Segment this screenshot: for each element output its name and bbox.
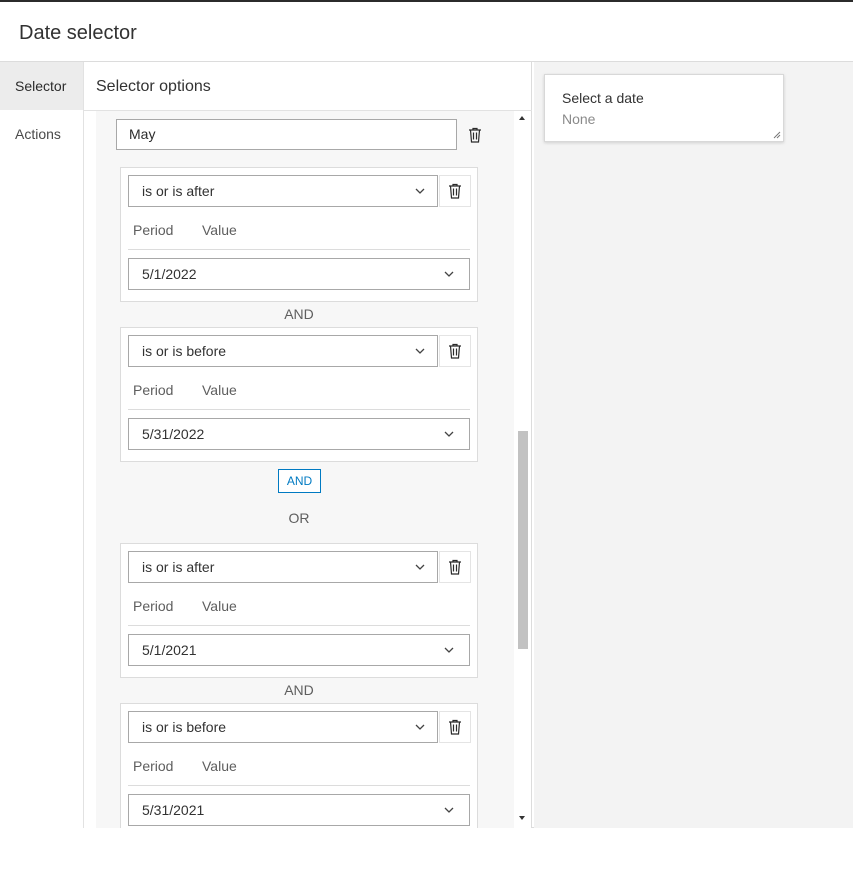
operator-select[interactable]: is or is after — [128, 175, 438, 207]
widget-label: Select a date — [562, 90, 644, 106]
option-name-input[interactable]: May — [116, 119, 457, 150]
trash-icon — [448, 559, 462, 575]
options-header: Selector options — [84, 62, 532, 111]
tab-divider — [128, 409, 470, 410]
date-value-select[interactable]: 5/1/2021 — [128, 634, 470, 666]
clause-card: is or is after Period Value 5/1 — [120, 543, 478, 678]
tab-divider — [128, 249, 470, 250]
date-value: 5/1/2022 — [142, 266, 197, 282]
delete-clause-button[interactable] — [439, 335, 471, 367]
join-and-label: AND — [284, 306, 314, 322]
preview-panel: Select a date None — [534, 62, 853, 828]
dialog-body: Selector Actions Selector options May is… — [0, 62, 853, 828]
options-scrollbar[interactable] — [514, 111, 530, 828]
tab-period[interactable]: Period — [133, 382, 173, 398]
dialog-header: Date selector — [0, 4, 853, 62]
operator-select[interactable]: is or is after — [128, 551, 438, 583]
date-value: 5/31/2021 — [142, 802, 205, 818]
caret-down-icon[interactable] — [517, 814, 527, 822]
clause-card: is or is before Period Value 5/ — [120, 703, 478, 828]
caret-up-icon[interactable] — [517, 114, 527, 122]
scrollbar-thumb[interactable] — [518, 431, 528, 649]
chevron-down-icon — [444, 795, 454, 825]
chevron-down-icon — [415, 712, 425, 742]
operator-value: is or is before — [142, 343, 227, 359]
date-selector-dialog: Date selector Selector Actions Selector … — [0, 0, 853, 890]
resize-grip-icon[interactable] — [773, 131, 781, 139]
join-and-label: AND — [284, 682, 314, 698]
trash-icon — [448, 183, 462, 199]
trash-icon — [448, 343, 462, 359]
operator-value: is or is after — [142, 559, 215, 575]
date-selector-widget[interactable]: Select a date None — [544, 74, 784, 142]
delete-clause-button[interactable] — [439, 175, 471, 207]
nav-item-actions[interactable]: Actions — [0, 110, 83, 158]
tab-value[interactable]: Value — [202, 382, 237, 398]
tab-period[interactable]: Period — [133, 222, 173, 238]
nav-item-selector[interactable]: Selector — [0, 62, 83, 110]
operator-value: is or is before — [142, 719, 227, 735]
tab-value[interactable]: Value — [202, 758, 237, 774]
chevron-down-icon — [415, 176, 425, 206]
operator-value: is or is after — [142, 183, 215, 199]
widget-value: None — [562, 111, 596, 127]
chevron-down-icon — [444, 635, 454, 665]
date-value-select[interactable]: 5/31/2021 — [128, 794, 470, 826]
operator-select[interactable]: is or is before — [128, 335, 438, 367]
date-value-select[interactable]: 5/31/2022 — [128, 418, 470, 450]
tab-period[interactable]: Period — [133, 758, 173, 774]
join-or-label: OR — [288, 510, 310, 526]
chevron-down-icon — [444, 419, 454, 449]
left-nav: Selector Actions — [0, 62, 84, 828]
date-value: 5/31/2022 — [142, 426, 205, 442]
tab-value[interactable]: Value — [202, 598, 237, 614]
operator-select[interactable]: is or is before — [128, 711, 438, 743]
chevron-down-icon — [444, 259, 454, 289]
clause-card: is or is after Period Value 5/1 — [120, 167, 478, 302]
delete-clause-button[interactable] — [439, 551, 471, 583]
options-title: Selector options — [96, 78, 211, 95]
add-and-button[interactable]: AND — [278, 469, 321, 493]
clause-card: is or is before Period Value 5/ — [120, 327, 478, 462]
tab-period[interactable]: Period — [133, 598, 173, 614]
selector-options-panel: Selector options May is or is after Peri… — [84, 62, 532, 828]
date-value-select[interactable]: 5/1/2022 — [128, 258, 470, 290]
chevron-down-icon — [415, 552, 425, 582]
delete-clause-button[interactable] — [439, 711, 471, 743]
dialog-title: Date selector — [19, 22, 137, 44]
options-scroll-area[interactable]: May is or is after Period Value 5/1/2022… — [96, 111, 514, 828]
tab-divider — [128, 785, 470, 786]
trash-icon — [468, 127, 482, 143]
date-value: 5/1/2021 — [142, 642, 197, 658]
delete-option-button[interactable] — [459, 119, 491, 151]
tab-divider — [128, 625, 470, 626]
chevron-down-icon — [415, 336, 425, 366]
tab-value[interactable]: Value — [202, 222, 237, 238]
trash-icon — [448, 719, 462, 735]
